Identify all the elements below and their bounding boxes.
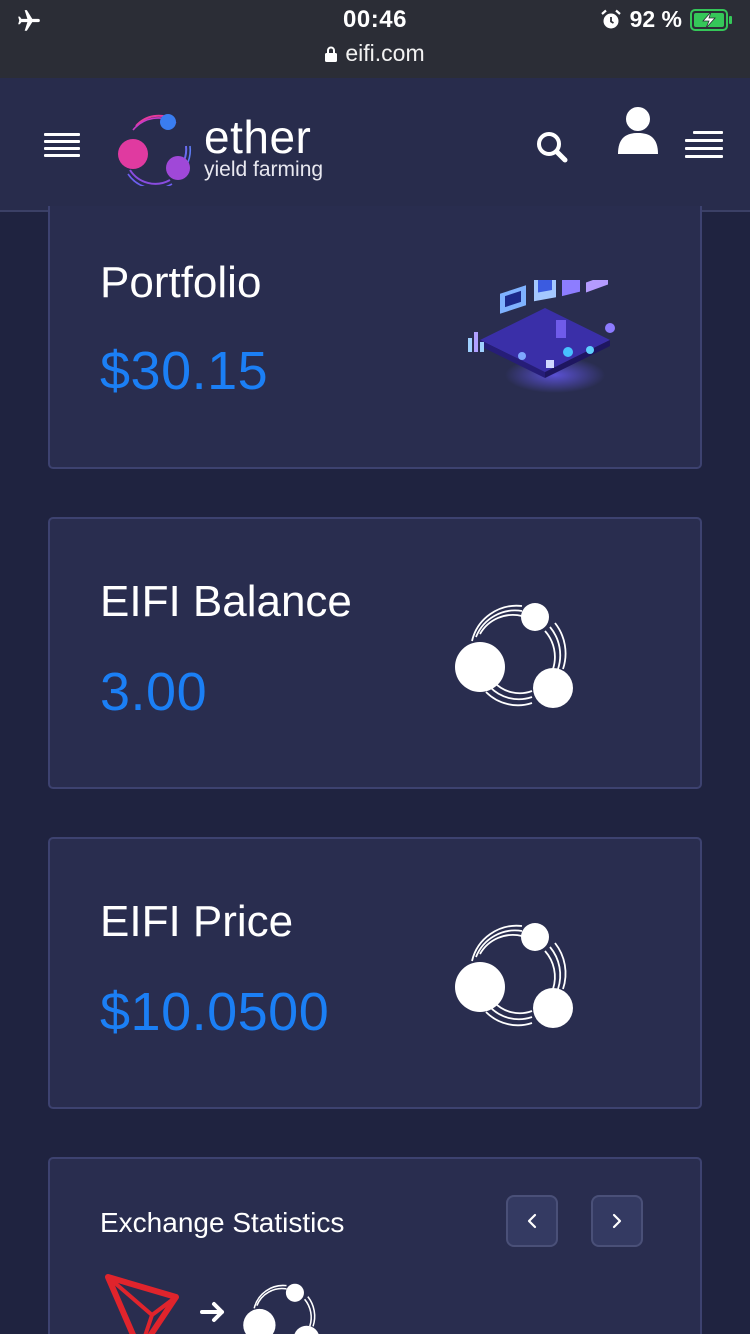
tron-icon <box>105 1274 179 1334</box>
exchange-title: Exchange Statistics <box>100 1207 345 1238</box>
portfolio-value: $30.15 <box>100 341 269 401</box>
chevron-left-icon <box>527 1213 537 1229</box>
lock-icon <box>325 46 338 62</box>
battery-charging-icon <box>690 8 732 31</box>
eifi-coin-icon <box>455 603 573 708</box>
portfolio-card: Portfolio $30.15 <box>48 206 702 469</box>
eifi-price-card: EIFI Price $10.0500 <box>48 837 702 1109</box>
card-title: Portfolio <box>100 258 262 307</box>
menu-icon[interactable] <box>44 133 80 159</box>
next-button[interactable] <box>591 1195 643 1247</box>
exchange-statistics-card: Exchange Statistics <box>48 1157 702 1334</box>
eifi-price-value: $10.0500 <box>100 982 330 1042</box>
brand-logo[interactable]: ether yield farming <box>116 112 346 192</box>
chevron-right-icon <box>612 1213 622 1229</box>
eifi-coin-icon <box>243 1283 319 1334</box>
url-text: eifi.com <box>345 40 425 66</box>
eifi-balance-card: EIFI Balance 3.00 <box>48 517 702 789</box>
menu-right-icon[interactable] <box>685 131 723 159</box>
isometric-illustration <box>468 280 615 393</box>
prev-button[interactable] <box>506 1195 558 1247</box>
brand-tagline: yield farming <box>204 158 324 181</box>
card-title: EIFI Price <box>100 897 294 946</box>
eifi-coin-icon <box>455 923 573 1028</box>
search-icon[interactable] <box>535 130 569 164</box>
battery-percent: 92 % <box>629 6 682 32</box>
alarm-icon <box>600 9 621 28</box>
status-bar: 00:46 eifi.com 92 % <box>0 0 750 78</box>
eifi-balance-value: 3.00 <box>100 662 208 722</box>
status-right: 92 % <box>600 6 734 33</box>
brand-word: ether <box>204 111 312 163</box>
arrow-right-icon <box>200 1302 224 1322</box>
card-title: EIFI Balance <box>100 577 352 626</box>
site-header: ether yield farming <box>0 78 750 212</box>
logo-mark <box>118 114 192 186</box>
user-icon[interactable] <box>616 106 660 156</box>
address-bar[interactable]: eifi.com <box>0 40 750 67</box>
